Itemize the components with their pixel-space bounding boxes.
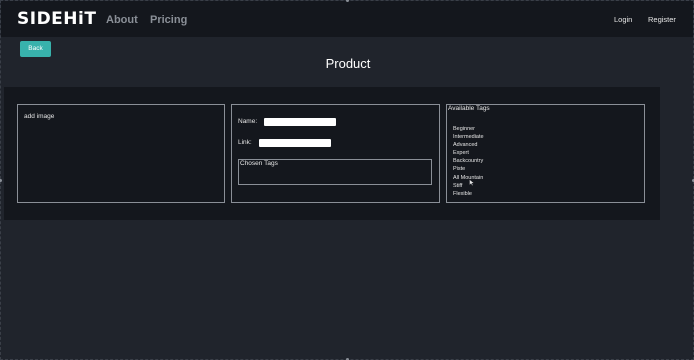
mouse-pointer-icon — [469, 179, 475, 186]
add-image-card[interactable]: add image — [17, 104, 225, 203]
nav-about-link[interactable]: About — [106, 13, 138, 27]
page-title: Product — [325, 56, 371, 71]
link-input[interactable] — [259, 139, 331, 147]
chosen-tags-label: Chosen Tags — [240, 160, 278, 167]
available-tags-label: Available Tags — [448, 105, 490, 112]
add-image-label: add image — [24, 113, 55, 120]
tag-item-flexible[interactable]: Flexible — [453, 190, 484, 198]
product-panel: add image Name: Link: Chosen Tags Availa… — [4, 87, 660, 220]
product-form-card: Name: Link: Chosen Tags — [231, 104, 440, 203]
login-link[interactable]: Login — [614, 15, 632, 25]
logo[interactable]: SIDEHiT — [17, 10, 96, 28]
tag-item-advanced[interactable]: Advanced — [453, 141, 484, 149]
chosen-tags-box[interactable]: Chosen Tags — [238, 159, 432, 185]
name-label: Name: — [238, 118, 258, 125]
tag-item-intermediate[interactable]: Intermediate — [453, 133, 484, 141]
navbar: SIDEHiT About Pricing Login Register — [1, 1, 693, 37]
tag-item-piste[interactable]: Piste — [453, 165, 484, 173]
tag-list: Beginner Intermediate Advanced Expert Ba… — [453, 125, 484, 198]
page: SIDEHiT About Pricing Login Register Bac… — [0, 0, 694, 360]
link-label: Link: — [238, 139, 252, 146]
nav-pricing-link[interactable]: Pricing — [150, 13, 187, 27]
tag-item-backcountry[interactable]: Backcountry — [453, 157, 484, 165]
available-tags-card: Available Tags Beginner Intermediate Adv… — [446, 104, 645, 203]
register-link[interactable]: Register — [648, 15, 676, 25]
selection-handle-left — [0, 179, 2, 182]
name-input[interactable] — [264, 118, 336, 126]
back-button[interactable]: Back — [20, 41, 51, 57]
tag-item-expert[interactable]: Expert — [453, 149, 484, 157]
tag-item-beginner[interactable]: Beginner — [453, 125, 484, 133]
